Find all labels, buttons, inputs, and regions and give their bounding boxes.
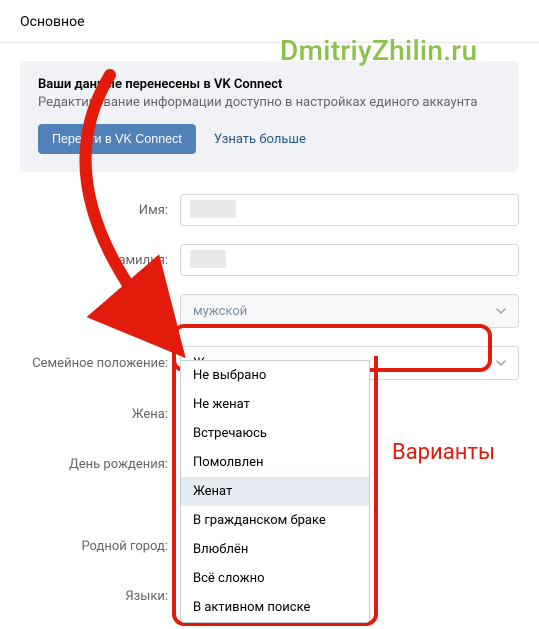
marital-option-selected[interactable]: Женат <box>181 477 369 506</box>
hometown-label: Родной город: <box>20 539 180 554</box>
gender-select-value: мужской <box>193 304 247 319</box>
marital-option[interactable]: Влюблён <box>181 535 369 564</box>
notice-title: Ваши данные перенесены в VK Connect <box>38 77 501 92</box>
blurred-value <box>190 200 236 218</box>
marital-option[interactable]: Помолвлен <box>181 448 369 477</box>
surname-input[interactable] <box>180 244 519 276</box>
marital-option[interactable]: Всё сложно <box>181 564 369 593</box>
name-label: Имя: <box>20 203 180 218</box>
marital-option[interactable]: Не женат <box>181 390 369 419</box>
chevron-down-icon <box>496 360 506 366</box>
chevron-down-icon <box>496 308 506 314</box>
marital-option[interactable]: В гражданском браке <box>181 506 369 535</box>
marital-option[interactable]: Не выбрано <box>181 361 369 390</box>
marital-option[interactable]: Встречаюсь <box>181 419 369 448</box>
vk-connect-notice: Ваши данные перенесены в VK Connect Реда… <box>20 61 519 172</box>
languages-label: Языки: <box>20 589 180 604</box>
marital-option[interactable]: В активном поиске <box>181 593 369 622</box>
watermark: DmitriyZhilin.ru <box>280 34 477 67</box>
go-to-vk-connect-button[interactable]: Перейти в VK Connect <box>38 124 196 154</box>
surname-label: амилия: <box>20 253 180 268</box>
birthday-label: День рождения: <box>20 457 180 472</box>
marital-label: Семейное положение: <box>20 356 180 371</box>
marital-status-dropdown: Не выбрано Не женат Встречаюсь Помолвлен… <box>180 360 370 623</box>
notice-subtitle: Редактирование информации доступно в нас… <box>38 95 501 110</box>
blurred-value <box>190 250 226 268</box>
annotation-label: Варианты <box>392 440 495 465</box>
learn-more-link[interactable]: Узнать больше <box>214 132 306 147</box>
wife-label: Жена: <box>20 407 180 422</box>
gender-select[interactable]: мужской <box>180 294 519 328</box>
